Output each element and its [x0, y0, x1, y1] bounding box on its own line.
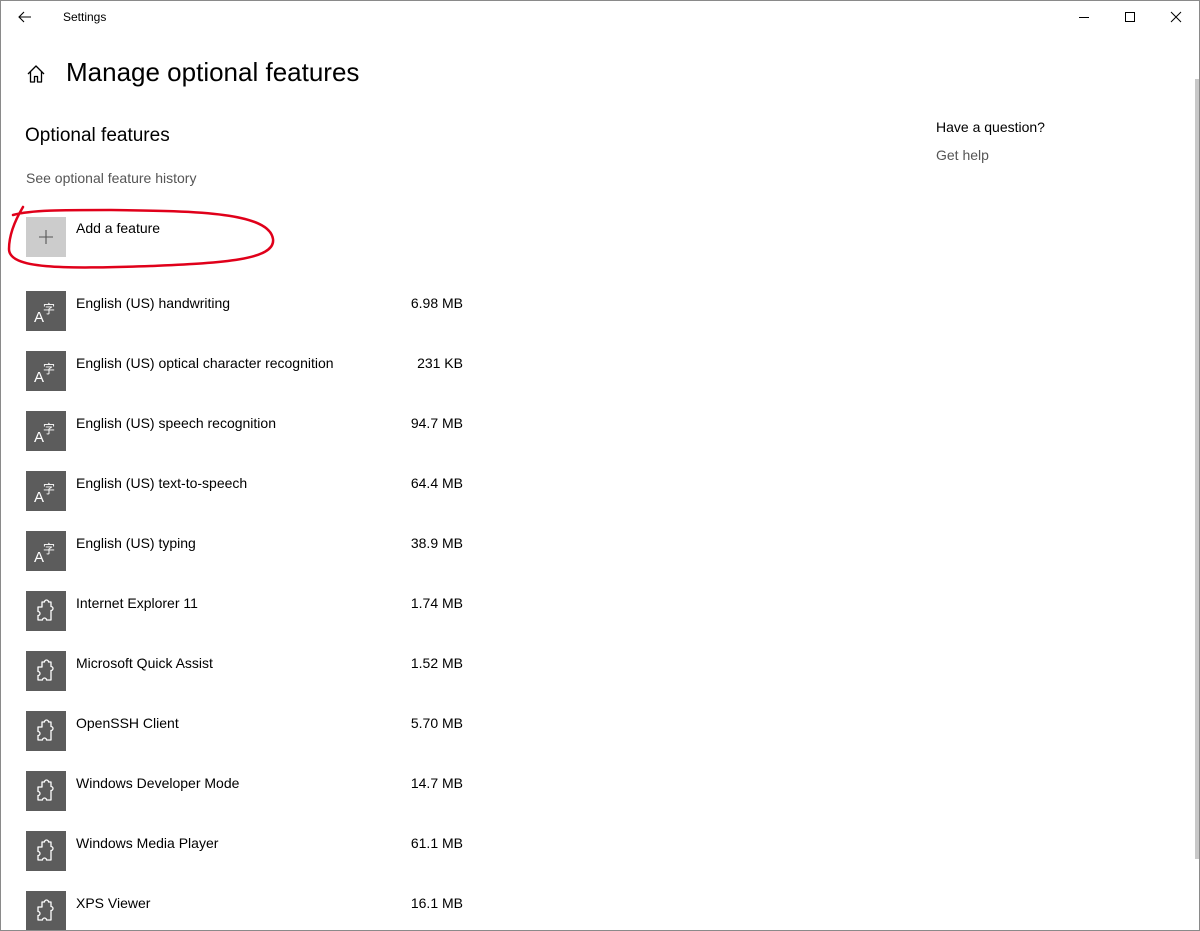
feature-history-link[interactable]: See optional feature history	[26, 170, 196, 186]
feature-size: 61.1 MB	[410, 835, 463, 851]
feature-row[interactable]: A 字 English (US) optical character recogni…	[26, 347, 471, 407]
feature-row[interactable]: Windows Media Player 61.1 MB	[26, 827, 471, 887]
feature-size: 16.1 MB	[410, 895, 463, 911]
get-help-link[interactable]: Get help	[936, 147, 989, 163]
back-button[interactable]	[9, 3, 41, 31]
puzzle-icon	[26, 711, 66, 751]
feature-size: 1.52 MB	[410, 655, 463, 671]
feature-row[interactable]: A 字 English (US) speech recognition 94.7 MB	[26, 407, 471, 467]
close-button[interactable]	[1153, 1, 1199, 33]
feature-list: A 字 English (US) handwriting 6.98 MB A 字 Engli…	[26, 287, 471, 930]
feature-name: English (US) typing	[76, 535, 196, 551]
feature-size: 6.98 MB	[410, 295, 463, 311]
minimize-button[interactable]	[1061, 1, 1107, 33]
feature-row[interactable]: A 字 English (US) text-to-speech 64.4 MB	[26, 467, 471, 527]
scrollbar[interactable]	[1195, 79, 1199, 859]
title-bar: Settings	[1, 1, 1199, 33]
puzzle-icon	[26, 771, 66, 811]
feature-name: Windows Media Player	[76, 835, 219, 851]
language-icon: A字	[26, 531, 66, 571]
puzzle-icon	[26, 591, 66, 631]
feature-size: 1.74 MB	[410, 595, 463, 611]
svg-text:字: 字	[43, 481, 55, 496]
feature-name: English (US) text-to-speech	[76, 475, 248, 491]
feature-size: 64.4 MB	[410, 475, 463, 491]
page-title: Manage optional features	[66, 57, 360, 87]
feature-row[interactable]: Windows Developer Mode 14.7 MB	[26, 767, 471, 827]
home-button[interactable]	[25, 63, 47, 85]
language-icon: A字	[26, 411, 66, 451]
feature-name: English (US) speech recognition	[76, 415, 276, 431]
feature-name: English (US) handwriting	[76, 295, 231, 311]
minimize-icon	[1079, 17, 1089, 18]
close-icon	[1170, 11, 1182, 23]
feature-size: 14.7 MB	[410, 775, 463, 791]
feature-row[interactable]: OpenSSH Client 5.70 MB	[26, 707, 471, 767]
puzzle-icon	[26, 651, 66, 691]
feature-name: Microsoft Quick Assist	[76, 655, 213, 671]
add-feature-tile	[26, 217, 66, 257]
puzzle-icon	[26, 891, 66, 930]
language-icon: A字	[26, 291, 66, 331]
help-title: Have a question?	[936, 119, 1045, 135]
feature-size: 94.7 MB	[410, 415, 463, 431]
svg-text:字: 字	[43, 361, 55, 376]
home-icon	[27, 65, 45, 83]
window-title: Settings	[63, 10, 107, 24]
feature-row[interactable]: A 字 English (US) handwriting 6.98 MB	[26, 287, 471, 347]
language-icon: A字	[26, 351, 66, 391]
feature-row[interactable]: XPS Viewer 16.1 MB	[26, 887, 471, 930]
plus-icon	[39, 230, 53, 244]
feature-size: 38.9 MB	[410, 535, 463, 551]
language-icon: A字	[26, 471, 66, 511]
settings-window: Settings Manage optional features Option…	[0, 0, 1200, 931]
feature-row[interactable]: Internet Explorer 11 1.74 MB	[26, 587, 471, 647]
feature-name: Windows Developer Mode	[76, 775, 240, 791]
add-feature-label: Add a feature	[76, 220, 161, 236]
feature-size: 231 KB	[417, 355, 463, 371]
section-title: Optional features	[25, 125, 170, 146]
svg-text:字: 字	[43, 541, 55, 556]
feature-name: XPS Viewer	[76, 895, 151, 911]
svg-text:字: 字	[43, 421, 55, 436]
feature-size: 5.70 MB	[410, 715, 463, 731]
feature-name: OpenSSH Client	[76, 715, 179, 731]
feature-name: English (US) optical character recogniti…	[76, 355, 334, 371]
back-arrow-icon	[18, 11, 31, 23]
feature-row[interactable]: Microsoft Quick Assist 1.52 MB	[26, 647, 471, 707]
feature-row[interactable]: A 字 English (US) typing 38.9 MB	[26, 527, 471, 587]
puzzle-icon	[26, 831, 66, 871]
svg-text:字: 字	[43, 301, 55, 316]
maximize-icon	[1125, 12, 1135, 22]
add-feature-button[interactable]: Add a feature	[26, 217, 326, 257]
feature-name: Internet Explorer 11	[76, 595, 198, 611]
maximize-button[interactable]	[1107, 1, 1153, 33]
